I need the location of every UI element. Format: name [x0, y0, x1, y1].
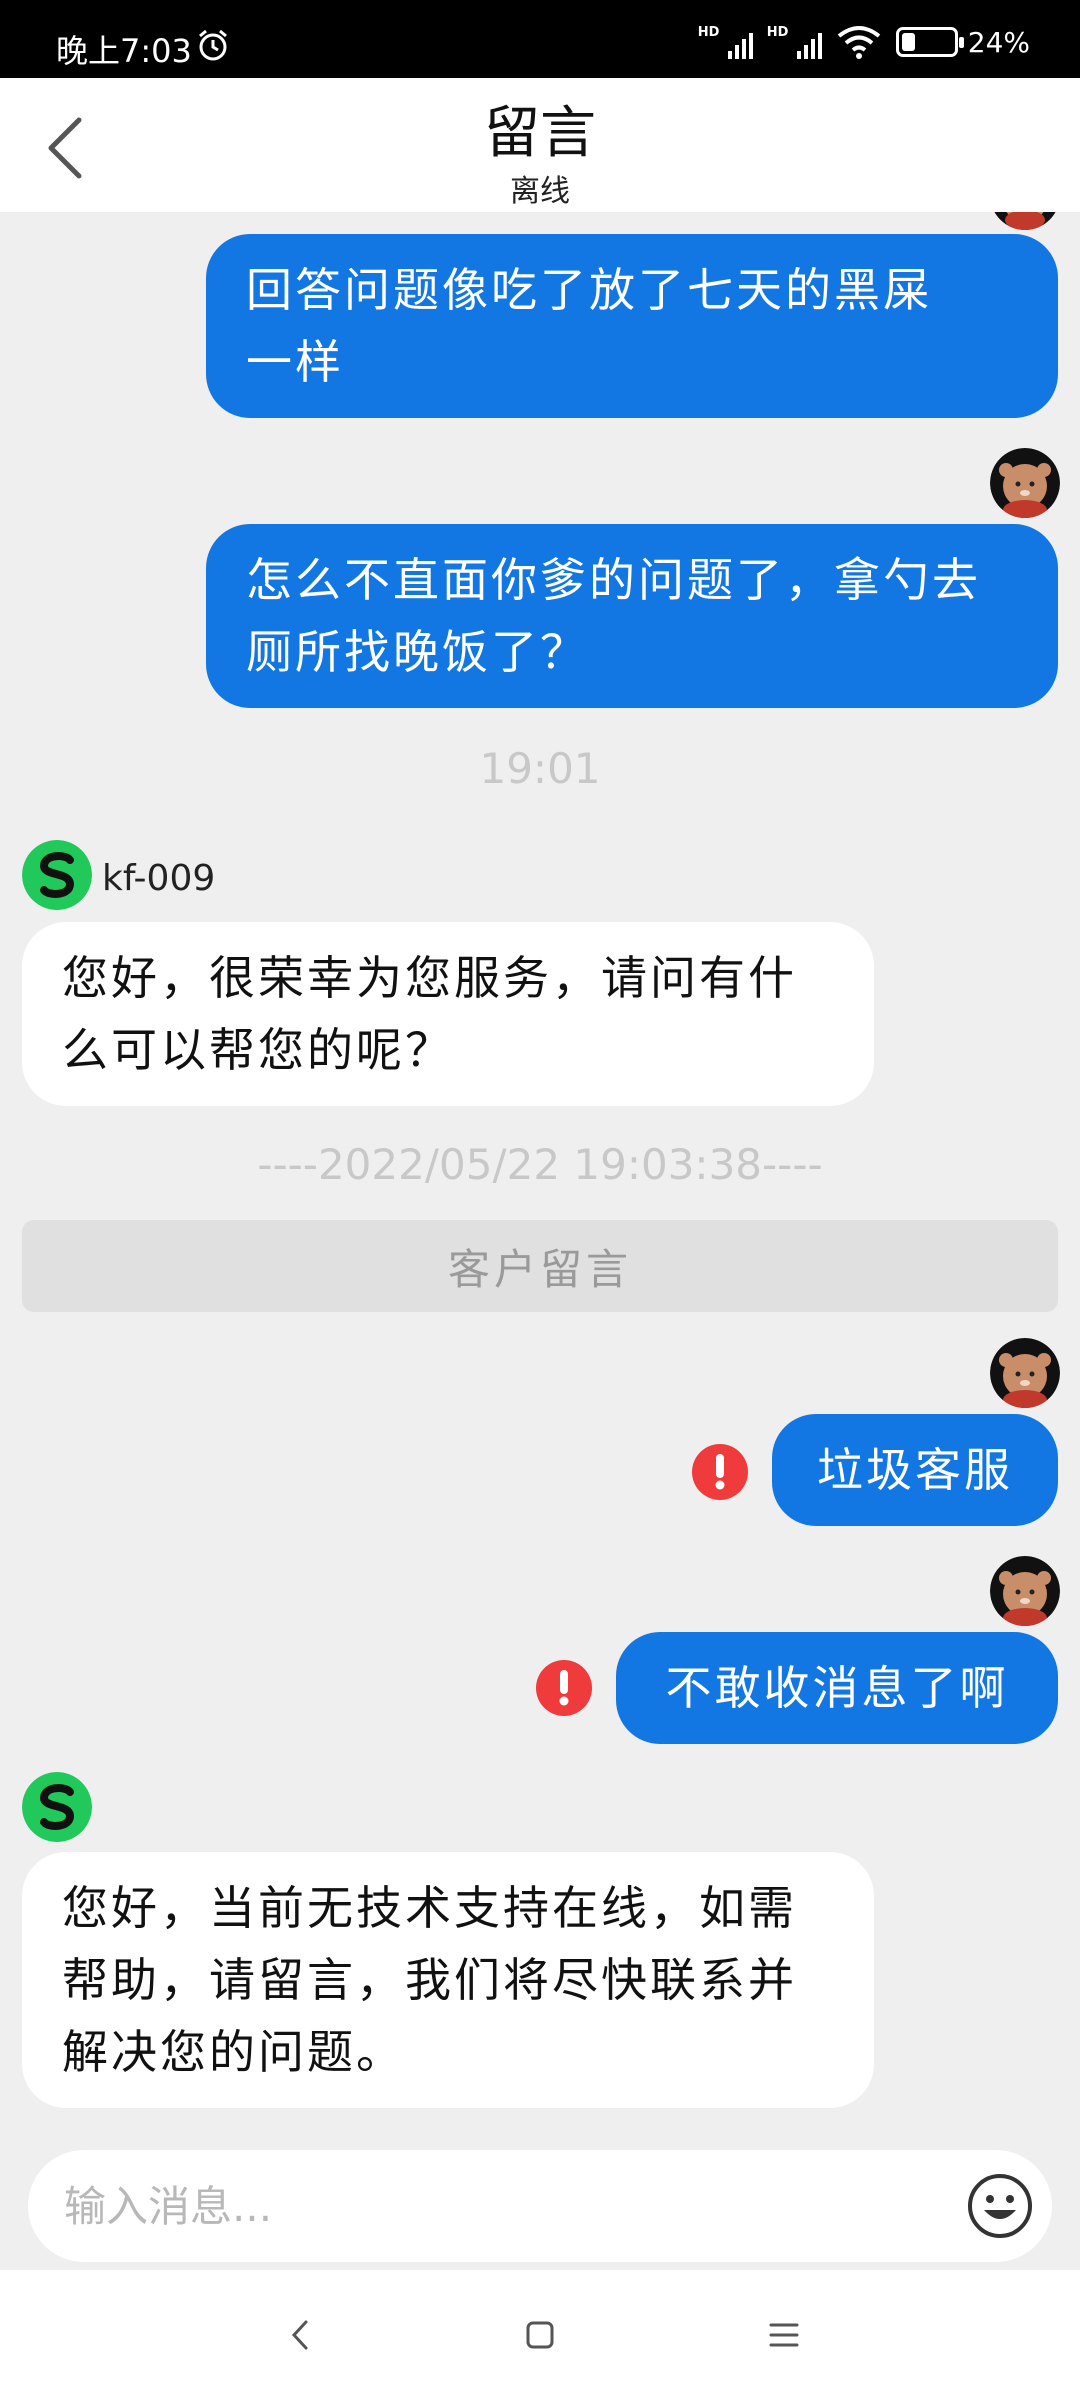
message-input-bar: [28, 2150, 1052, 2262]
message-line: 帮助，请留言，我们将尽快联系并: [62, 1953, 797, 2007]
message-text: 不敢收消息了啊: [665, 1661, 1009, 1715]
battery-indicator: 24%: [895, 25, 1030, 59]
session-timestamp: ----2022/05/22 19:03:38----: [257, 1140, 823, 1189]
message-line: 么可以帮您的呢？: [62, 1023, 454, 1077]
user-avatar[interactable]: [990, 1338, 1060, 1408]
signal-2-icon: HD: [767, 25, 822, 59]
nav-back-button[interactable]: [270, 2310, 330, 2360]
agent-name: kf-009: [102, 858, 216, 899]
alarm-clock-icon: [199, 29, 227, 61]
nav-home-icon: [526, 2321, 554, 2349]
message-line: 您好，当前无技术支持在线，如需: [62, 1881, 797, 1935]
agent-avatar[interactable]: [22, 840, 92, 910]
smiley-face-icon[interactable]: [966, 2172, 1034, 2240]
send-failed-icon[interactable]: [692, 1444, 748, 1500]
exclamation-icon: [715, 1454, 725, 1490]
agent-avatar[interactable]: [22, 1772, 92, 1842]
agent-status: 离线: [510, 174, 570, 209]
message-line: 厕所找晚饭了？: [246, 625, 589, 679]
status-time: 晚上7:03: [56, 32, 192, 70]
nav-menu-icon: [769, 2323, 799, 2347]
battery-fill: [901, 33, 916, 51]
message-line: 回答问题像吃了放了七天的黑屎: [246, 263, 932, 317]
message-text: 垃圾客服: [817, 1443, 1013, 1497]
outgoing-message[interactable]: 垃圾客服: [772, 1414, 1058, 1526]
incoming-message[interactable]: 您好，当前无技术支持在线，如需 帮助，请留言，我们将尽快联系并 解决您的问题。: [22, 1852, 874, 2108]
message-input[interactable]: [64, 2150, 944, 2262]
signal-1-hd: HD: [697, 25, 720, 40]
signal-1-icon: HD: [698, 25, 753, 59]
outgoing-message[interactable]: 怎么不直面你爹的问题了，拿勺去 厕所找晚饭了？: [206, 524, 1058, 708]
user-avatar[interactable]: [990, 1556, 1060, 1626]
battery-icon: [895, 27, 964, 57]
message-line: 您好，很荣幸为您服务，请问有什: [62, 951, 797, 1005]
status-bar: 晚上7:03 HD HD 24%: [0, 0, 1080, 78]
page-title: 留言: [484, 101, 596, 166]
nav-home-button[interactable]: [510, 2310, 570, 2360]
battery-text: 24%: [967, 25, 1030, 59]
nav-back-icon: [291, 2320, 308, 2350]
message-line: 一样: [246, 335, 344, 389]
outgoing-message[interactable]: 不敢收消息了啊: [616, 1632, 1058, 1744]
exclamation-icon: [559, 1670, 569, 1706]
message-timestamp: 19:01: [479, 744, 601, 793]
system-notice: 客户留言: [22, 1220, 1058, 1312]
system-nav-bar: [0, 2270, 1080, 2400]
outgoing-message[interactable]: 回答问题像吃了放了七天的黑屎 一样: [206, 234, 1058, 418]
user-avatar[interactable]: [990, 448, 1060, 518]
chat-header: 留言 离线: [0, 78, 1080, 212]
nav-menu-button[interactable]: [754, 2310, 814, 2360]
message-line: 解决您的问题。: [62, 2025, 405, 2079]
chat-message-list[interactable]: 回答问题像吃了放了七天的黑屎 一样 怎么不直面你爹的问题了，拿勺去 厕所找晚饭了…: [0, 212, 1080, 2140]
wifi-icon: [837, 26, 881, 59]
send-failed-icon[interactable]: [536, 1660, 592, 1716]
user-avatar[interactable]: [990, 212, 1060, 230]
status-icons: HD HD 24%: [698, 22, 1030, 62]
message-line: 怎么不直面你爹的问题了，拿勺去: [246, 553, 981, 607]
incoming-message[interactable]: 您好，很荣幸为您服务，请问有什 么可以帮您的呢？: [22, 922, 874, 1106]
signal-2-hd: HD: [766, 25, 789, 40]
